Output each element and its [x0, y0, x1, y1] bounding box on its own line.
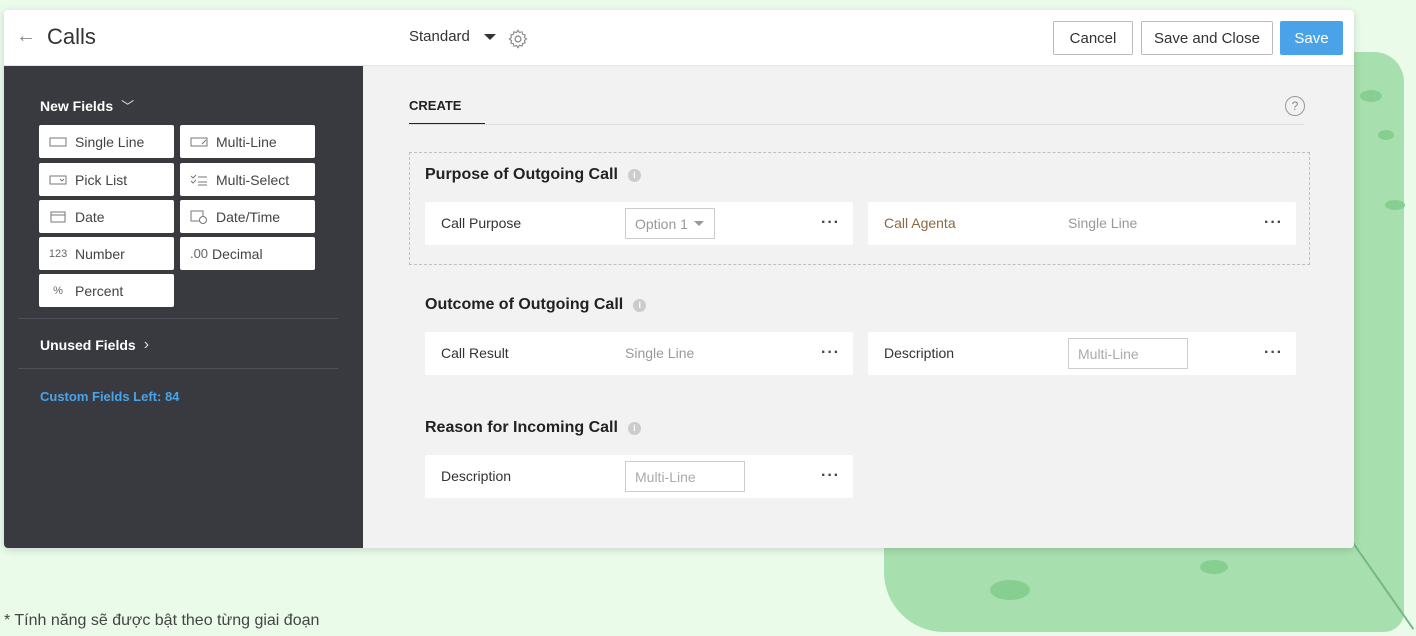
field-tile-single-line[interactable]: Single Line: [39, 125, 174, 158]
layout-editor-window: ← Calls Standard Cancel Save and Close S…: [4, 10, 1354, 548]
picklist-preview: Option 1: [625, 208, 715, 239]
gear-icon[interactable]: [507, 28, 529, 50]
tab-create[interactable]: CREATE: [409, 98, 485, 125]
more-options-icon[interactable]: ···: [821, 467, 840, 485]
multiline-preview: Multi-Line: [625, 461, 745, 492]
field-label: Call Purpose: [441, 215, 522, 231]
more-options-icon[interactable]: ···: [821, 344, 840, 362]
decorative-leaf: [1385, 200, 1405, 210]
tab-underline: [409, 124, 1304, 125]
field-row[interactable]: Description Multi-Line ···: [425, 455, 853, 498]
decorative-leaf: [1200, 560, 1228, 574]
field-type: Single Line: [1068, 215, 1138, 231]
decorative-leaf: [1378, 130, 1394, 140]
section-title[interactable]: Purpose of Outgoing Call i: [425, 166, 641, 184]
decorative-leaf: [990, 580, 1030, 600]
field-tile-date-time[interactable]: Date/Time: [180, 200, 315, 233]
layout-canvas: CREATE ? Purpose of Outgoing Call i Call…: [363, 66, 1354, 548]
field-row[interactable]: Call Result Single Line ···: [425, 332, 853, 375]
tile-label: Single Line: [75, 133, 145, 150]
page-title: Calls: [47, 24, 96, 49]
unused-fields-toggle[interactable]: Unused Fields ›: [40, 336, 149, 354]
save-and-close-button[interactable]: Save and Close: [1141, 21, 1273, 55]
save-button[interactable]: Save: [1280, 21, 1343, 55]
tile-label: Date: [75, 208, 105, 225]
field-tile-pick-list[interactable]: Pick List: [39, 163, 174, 196]
picklist-value: Option 1: [635, 215, 688, 232]
info-icon[interactable]: i: [627, 168, 641, 182]
caret-down-icon: [483, 33, 496, 40]
divider: [18, 318, 338, 319]
field-tile-date[interactable]: Date: [39, 200, 174, 233]
field-row[interactable]: Call Agenta Single Line ···: [868, 202, 1296, 245]
unused-fields-heading: Unused Fields: [40, 337, 136, 353]
multi-select-icon: [190, 174, 208, 186]
field-label: Description: [441, 468, 512, 484]
tile-label: Number: [75, 245, 125, 262]
chevron-right-icon: ›: [143, 336, 150, 353]
field-label: Call Result: [441, 345, 509, 361]
tile-label: Multi-Line: [216, 133, 277, 150]
footnote: * Tính năng sẽ được bật theo từng giai đ…: [4, 612, 320, 629]
field-row[interactable]: Call Purpose Option 1 ···: [425, 202, 853, 245]
section-title-text: Purpose of Outgoing Call: [425, 166, 618, 183]
more-options-icon[interactable]: ···: [1264, 214, 1283, 232]
more-options-icon[interactable]: ···: [821, 214, 840, 232]
field-label: Description: [884, 345, 955, 361]
custom-fields-left: Custom Fields Left: 84: [40, 389, 180, 404]
percent-icon: %: [53, 284, 63, 297]
layout-selector[interactable]: Standard: [409, 28, 496, 45]
field-tile-percent[interactable]: % Percent: [39, 274, 174, 307]
tile-label: Date/Time: [216, 208, 281, 225]
new-fields-toggle[interactable]: New Fields ﹀: [40, 96, 134, 115]
divider: [18, 368, 338, 369]
field-tile-multi-line[interactable]: Multi-Line: [180, 125, 315, 158]
cancel-button[interactable]: Cancel: [1053, 21, 1133, 55]
layout-name: Standard: [409, 28, 470, 45]
section-title-text: Outcome of Outgoing Call: [425, 296, 624, 313]
field-tile-multi-select[interactable]: Multi-Select: [180, 163, 315, 196]
field-label: Call Agenta: [884, 215, 956, 231]
multi-line-icon: [190, 136, 208, 148]
section-title[interactable]: Outcome of Outgoing Call i: [425, 296, 647, 314]
calendar-icon: [49, 211, 67, 223]
help-icon[interactable]: ?: [1285, 96, 1305, 116]
section-title[interactable]: Reason for Incoming Call i: [425, 419, 641, 437]
multiline-preview: Multi-Line: [1068, 338, 1188, 369]
field-tile-number[interactable]: 123 Number: [39, 237, 174, 270]
field-row[interactable]: Description Multi-Line ···: [868, 332, 1296, 375]
pick-list-icon: [49, 174, 67, 186]
tile-label: Decimal: [212, 245, 263, 262]
section-title-text: Reason for Incoming Call: [425, 419, 618, 436]
more-options-icon[interactable]: ···: [1264, 344, 1283, 362]
tile-label: Pick List: [75, 171, 128, 188]
field-type: Single Line: [625, 345, 695, 361]
field-tile-decimal[interactable]: .00 Decimal: [180, 237, 315, 270]
decimal-icon: .00: [189, 246, 209, 261]
tile-label: Multi-Select: [216, 171, 290, 188]
caret-down-icon: [693, 221, 704, 226]
single-line-icon: [49, 136, 67, 148]
tile-label: Percent: [75, 282, 124, 299]
decorative-leaf: [1360, 90, 1382, 102]
header-bar: ← Calls Standard Cancel Save and Close S…: [4, 10, 1354, 66]
new-fields-heading: New Fields: [40, 97, 114, 114]
info-icon[interactable]: i: [627, 421, 641, 435]
back-arrow-icon[interactable]: ←: [16, 24, 40, 48]
calendar-clock-icon: [190, 210, 208, 224]
number-icon: 123: [48, 247, 68, 260]
info-icon[interactable]: i: [633, 298, 647, 312]
field-palette-sidebar: New Fields ﹀ Single Line Multi-Line Pick…: [4, 66, 363, 548]
chevron-down-icon: ﹀: [121, 99, 135, 114]
